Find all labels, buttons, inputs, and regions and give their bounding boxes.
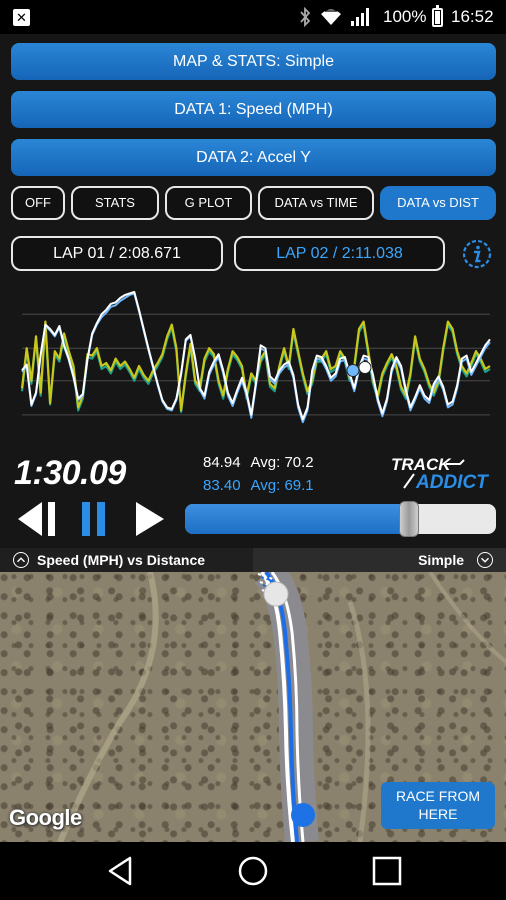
status-bar: ✕ 100% 16:52 (0, 0, 506, 34)
chart-grid (22, 313, 490, 416)
track-map[interactable]: Google RACE FROM HERE (0, 572, 506, 842)
cellular-signal-icon (351, 8, 369, 26)
play-button[interactable] (134, 500, 166, 538)
track-addict-logo: TRACK ADDICT (391, 455, 489, 492)
google-attribution: Google (9, 805, 82, 830)
playback-slider[interactable] (185, 501, 496, 537)
data1-button[interactable]: DATA 1: Speed (MPH) (11, 91, 496, 128)
lap1-value: 84.94 (203, 454, 241, 471)
tab-stats[interactable]: STATS (71, 186, 159, 220)
tab-data-vs-dist[interactable]: DATA vs DIST (380, 186, 496, 220)
lap1-position-marker (263, 581, 289, 607)
previous-button[interactable] (14, 500, 60, 538)
bluetooth-icon (300, 7, 311, 27)
graph-description: Speed (MPH) vs Distance (37, 552, 206, 568)
lap2-stats-row: 83.40 Avg: 69.1 (203, 474, 314, 497)
elapsed-time: 1:30.09 (14, 454, 126, 492)
battery-percent: 100% (383, 7, 427, 26)
map-header-right: Simple (253, 548, 506, 572)
wifi-icon (321, 9, 341, 25)
pause-button[interactable] (78, 500, 110, 538)
home-icon[interactable] (236, 854, 270, 888)
lap2-avg: Avg: 69.1 (250, 477, 314, 494)
tab-off[interactable]: OFF (11, 186, 65, 220)
tab-data-vs-time[interactable]: DATA vs TIME (258, 186, 374, 220)
logo-addict-text: ADDICT (415, 472, 489, 492)
lap2-selector[interactable]: LAP 02 / 2:11.038 (234, 236, 445, 271)
battery-icon (432, 5, 443, 27)
clock: 16:52 (451, 7, 494, 26)
map-stats-button[interactable]: MAP & STATS: Simple (11, 43, 496, 80)
lap2-value: 83.40 (203, 477, 241, 494)
lap1-stats-row: 84.94 Avg: 70.2 (203, 451, 314, 474)
map-header-left: Speed (MPH) vs Distance (0, 548, 253, 572)
cursor-marker-lap1 (358, 360, 372, 374)
data-vs-distance-chart[interactable] (0, 282, 506, 450)
navigation-bar (0, 842, 506, 900)
map-mode-label: Simple (418, 552, 464, 568)
back-icon[interactable] (104, 854, 138, 888)
lap1-selector[interactable]: LAP 01 / 2:08.671 (11, 236, 223, 271)
view-tabs: OFF STATS G PLOT DATA vs TIME DATA vs DI… (11, 186, 496, 220)
cursor-marker-lap2 (346, 363, 360, 377)
chart-series (20, 291, 491, 424)
x-app-icon: ✕ (13, 9, 30, 26)
race-from-here-button[interactable]: RACE FROM HERE (381, 782, 495, 829)
recents-icon[interactable] (370, 854, 404, 888)
lap-stats: 84.94 Avg: 70.2 83.40 Avg: 69.1 (203, 451, 314, 497)
data2-button[interactable]: DATA 2: Accel Y (11, 139, 496, 176)
status-icons (298, 6, 372, 28)
playback-progress-fill (185, 504, 409, 534)
info-icon[interactable] (461, 238, 493, 270)
tab-g-plot[interactable]: G PLOT (165, 186, 252, 220)
chevron-up-icon[interactable] (13, 552, 29, 568)
playback-slider-thumb[interactable] (398, 501, 419, 537)
chevron-down-icon[interactable] (477, 552, 493, 568)
lap1-avg: Avg: 70.2 (250, 454, 314, 471)
lap2-position-marker (291, 803, 315, 827)
